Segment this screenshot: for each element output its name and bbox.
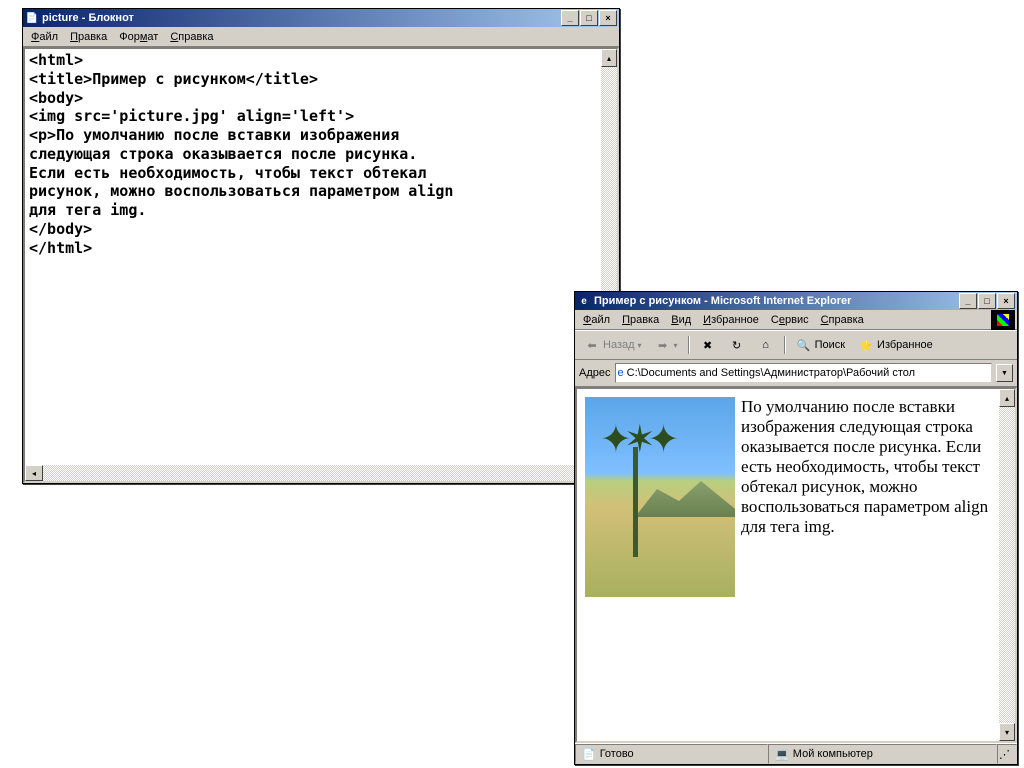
ie-vertical-scrollbar[interactable]: ▴ ▾	[999, 389, 1015, 741]
menu-tools[interactable]: Сервис	[765, 312, 815, 328]
back-arrow-icon: ⬅	[584, 337, 600, 353]
page-content: ✦✶✦ По умолчанию после вставки изображен…	[577, 389, 999, 741]
statusbar: 📄 Готово 💻 Мой компьютер ⋰	[575, 743, 1017, 764]
search-icon: 🔍	[796, 337, 812, 353]
scroll-left-icon[interactable]: ◂	[25, 465, 43, 481]
page-paragraph: По умолчанию после вставки изображения с…	[741, 397, 988, 536]
menu-view[interactable]: Вид	[665, 312, 697, 328]
ie-window: e Пример с рисунком - Microsoft Internet…	[574, 291, 1018, 765]
refresh-button[interactable]: ↻	[724, 334, 750, 356]
address-field[interactable]: e C:\Documents and Settings\Администрато…	[615, 363, 993, 383]
windows-logo-icon	[991, 310, 1015, 330]
address-dropdown-button[interactable]: ▼	[996, 364, 1013, 382]
back-button[interactable]: ⬅ Назад ▾	[579, 334, 647, 356]
forward-button[interactable]: ➡ ▾	[650, 334, 683, 356]
notepad-window: 📄 picture - Блокнот _ □ × Файл Правка Фо…	[22, 8, 620, 484]
maximize-button[interactable]: □	[978, 293, 996, 309]
menu-format[interactable]: Формат	[113, 29, 164, 45]
resize-grip[interactable]: ⋰	[997, 744, 1017, 764]
status-left: 📄 Готово	[575, 744, 768, 764]
scroll-down-icon[interactable]: ▾	[999, 723, 1015, 741]
notepad-textarea[interactable]: <html> <title>Пример с рисунком</title> …	[25, 49, 601, 465]
ie-title: Пример с рисунком - Microsoft Internet E…	[594, 295, 959, 307]
maximize-button[interactable]: □	[580, 10, 598, 26]
minimize-button[interactable]: _	[959, 293, 977, 309]
menu-file[interactable]: Файл	[577, 312, 616, 328]
notepad-icon: 📄	[25, 11, 39, 25]
menu-help[interactable]: Справка	[815, 312, 870, 328]
menu-edit[interactable]: Правка	[64, 29, 113, 45]
computer-icon: 💻	[775, 748, 789, 761]
favorites-icon: ⭐	[858, 337, 874, 353]
ie-titlebar[interactable]: e Пример с рисунком - Microsoft Internet…	[575, 292, 1017, 310]
menu-help[interactable]: Справка	[164, 29, 219, 45]
ie-toolbar: ⬅ Назад ▾ ➡ ▾ ✖ ↻ ⌂ 🔍 Поиск ⭐ Избранное	[575, 330, 1017, 360]
page-icon: e	[618, 367, 624, 379]
scroll-up-icon[interactable]: ▴	[601, 49, 617, 67]
ie-menubar: Файл Правка Вид Избранное Сервис Справка	[575, 310, 1017, 330]
done-icon: 📄	[582, 748, 596, 761]
status-right: 💻 Мой компьютер	[768, 744, 997, 764]
refresh-icon: ↻	[729, 337, 745, 353]
address-label: Адрес	[579, 367, 611, 379]
ie-icon: e	[577, 294, 591, 308]
favorites-button[interactable]: ⭐ Избранное	[853, 334, 938, 356]
notepad-title: picture - Блокнот	[42, 12, 561, 24]
notepad-menubar: Файл Правка Формат Справка	[23, 27, 619, 47]
address-bar: Адрес e C:\Documents and Settings\Админи…	[575, 360, 1017, 387]
stop-button[interactable]: ✖	[695, 334, 721, 356]
search-button[interactable]: 🔍 Поиск	[791, 334, 850, 356]
forward-arrow-icon: ➡	[655, 337, 671, 353]
scroll-up-icon[interactable]: ▴	[999, 389, 1015, 407]
menu-file[interactable]: Файл	[25, 29, 64, 45]
notepad-titlebar[interactable]: 📄 picture - Блокнот _ □ ×	[23, 9, 619, 27]
menu-favorites[interactable]: Избранное	[697, 312, 765, 328]
home-button[interactable]: ⌂	[753, 334, 779, 356]
stop-icon: ✖	[700, 337, 716, 353]
menu-edit[interactable]: Правка	[616, 312, 665, 328]
close-button[interactable]: ×	[997, 293, 1015, 309]
home-icon: ⌂	[758, 337, 774, 353]
page-image: ✦✶✦	[585, 397, 735, 597]
close-button[interactable]: ×	[599, 10, 617, 26]
address-value: C:\Documents and Settings\Администратор\…	[627, 367, 915, 379]
minimize-button[interactable]: _	[561, 10, 579, 26]
horizontal-scrollbar[interactable]: ◂ ▸	[25, 465, 601, 481]
